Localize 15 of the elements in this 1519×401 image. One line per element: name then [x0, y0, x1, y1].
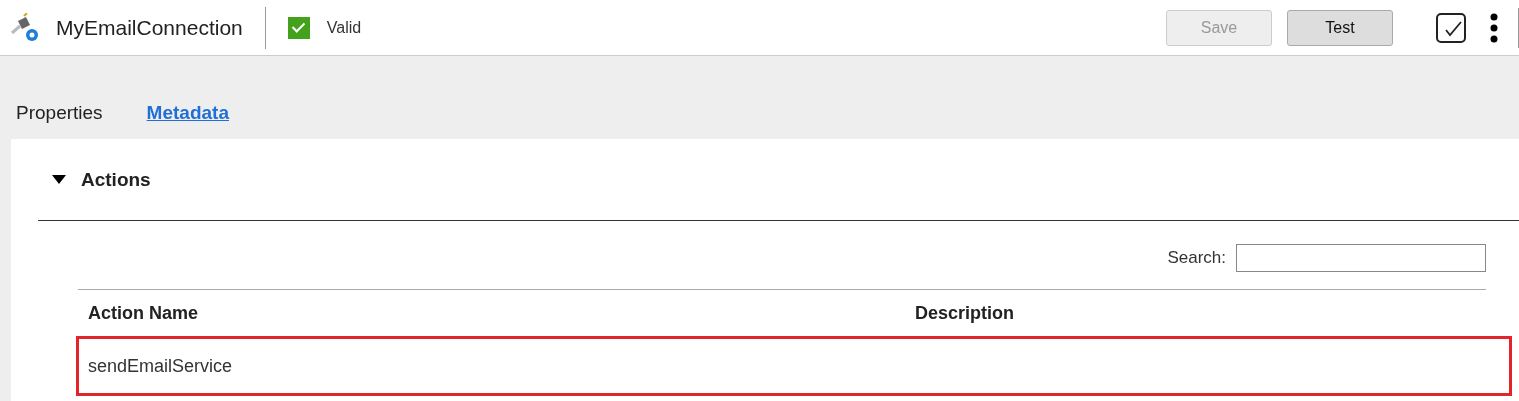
tab[interactable]: Properties	[16, 102, 103, 124]
table-row[interactable]: sendEmailService	[76, 336, 1512, 396]
header-button[interactable]: Test	[1287, 9, 1393, 46]
search-label: Search:	[1167, 248, 1226, 268]
more-menu-icon[interactable]	[1490, 12, 1498, 43]
column-header: Description	[914, 302, 1016, 324]
column-header: Action Name	[87, 302, 200, 324]
checkbox-icon[interactable]	[1436, 12, 1466, 43]
caret-icon[interactable]	[52, 174, 66, 185]
table-cell-text: sendEmailService	[87, 355, 234, 377]
status-label: Valid	[326, 18, 362, 37]
section-title: Actions	[81, 168, 151, 191]
search-field[interactable]	[1236, 244, 1486, 272]
tab[interactable]: Metadata	[146, 102, 229, 124]
connection-title: MyEmailConnection	[56, 15, 243, 40]
